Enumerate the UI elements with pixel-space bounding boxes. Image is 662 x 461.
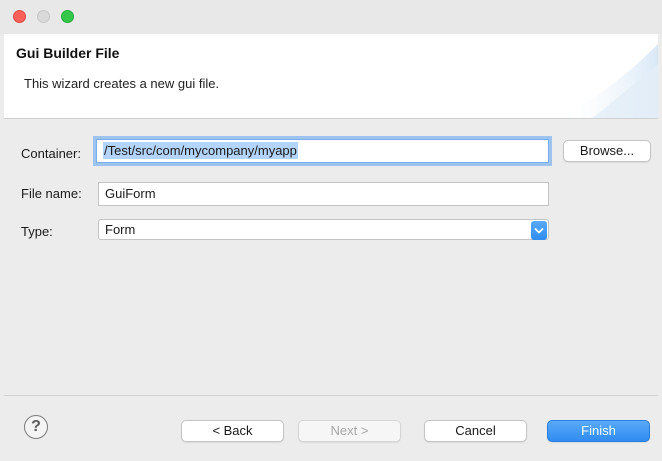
filename-label: File name:	[21, 186, 82, 201]
help-icon[interactable]: ?	[24, 415, 48, 439]
type-select[interactable]: Form	[98, 219, 549, 240]
container-input[interactable]: /Test/src/com/mycompany/myapp	[96, 139, 549, 163]
browse-button[interactable]: Browse...	[563, 140, 651, 162]
next-button[interactable]: Next >	[298, 420, 401, 442]
chevron-down-icon[interactable]	[531, 221, 547, 240]
title-bar	[0, 0, 662, 34]
wizard-header: Gui Builder File This wizard creates a n…	[4, 34, 658, 119]
type-label: Type:	[21, 224, 53, 239]
wizard-description: This wizard creates a new gui file.	[24, 76, 220, 91]
container-label: Container:	[21, 146, 81, 161]
filename-input[interactable]: GuiForm	[98, 182, 549, 206]
container-value: /Test/src/com/mycompany/myapp	[103, 142, 298, 159]
wizard-title: Gui Builder File	[16, 45, 120, 61]
minimize-window-button[interactable]	[37, 10, 50, 23]
type-value: Form	[105, 222, 136, 237]
header-decoration	[558, 44, 658, 118]
back-button[interactable]: < Back	[181, 420, 284, 442]
finish-button[interactable]: Finish	[547, 420, 650, 442]
close-window-button[interactable]	[13, 10, 26, 23]
maximize-window-button[interactable]	[61, 10, 74, 23]
cancel-button[interactable]: Cancel	[424, 420, 527, 442]
